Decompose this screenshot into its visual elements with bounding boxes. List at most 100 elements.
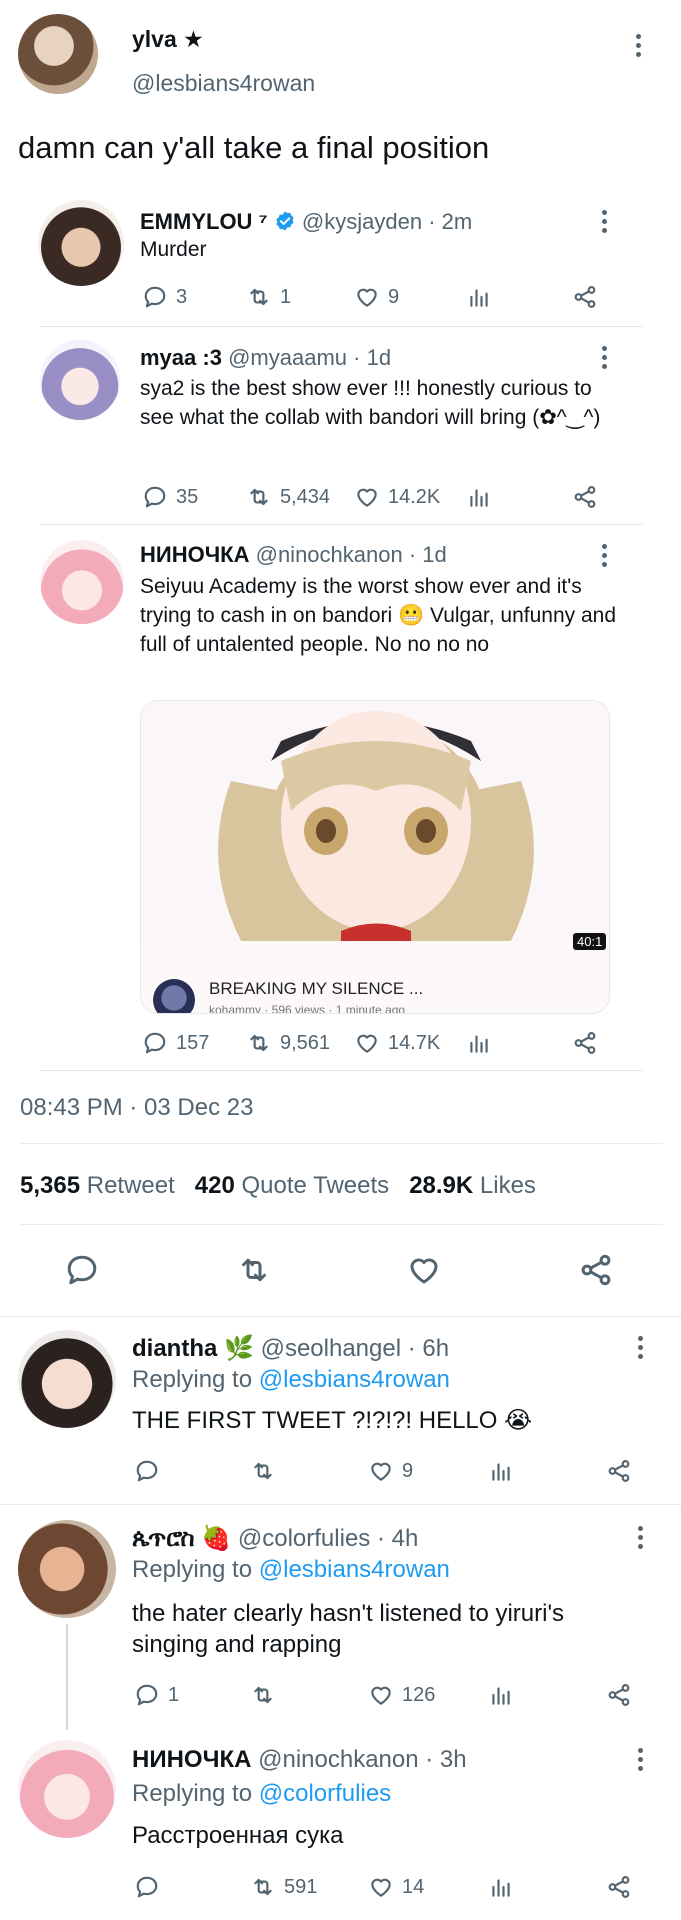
quoted-avatar-2[interactable] — [40, 340, 120, 420]
more-options-icon[interactable] — [600, 210, 608, 233]
reply-handle-2[interactable]: @colorfulies — [238, 1525, 370, 1552]
reply-button[interactable] — [134, 1458, 168, 1484]
retweet-button[interactable] — [250, 1682, 284, 1708]
reply-button[interactable]: 3 — [142, 284, 187, 310]
retweet-button[interactable]: 591 — [250, 1874, 317, 1900]
retweet-icon — [250, 1458, 276, 1484]
more-options-icon[interactable] — [634, 34, 642, 57]
tweet-stats: 5,365 Retweet 420 Quote Tweets 28.9K Lik… — [20, 1172, 536, 1200]
views-button[interactable] — [488, 1458, 514, 1484]
quoted-name-1[interactable]: EMMYLOU ⁷ — [140, 209, 268, 234]
reply-button[interactable]: 1 — [134, 1682, 179, 1708]
heart-icon[interactable] — [406, 1252, 442, 1288]
replying-to-link[interactable]: @lesbians4rowan — [259, 1556, 450, 1583]
author-name-text: ylva — [132, 26, 177, 52]
share-button[interactable] — [572, 484, 598, 510]
heart-icon — [354, 1030, 380, 1056]
reply-avatar-3[interactable] — [18, 1740, 116, 1838]
share-button[interactable] — [606, 1458, 632, 1484]
share-icon[interactable] — [578, 1252, 614, 1288]
quoted-avatar-3[interactable] — [40, 540, 124, 624]
replying-to-3: Replying to @colorfulies — [132, 1780, 391, 1808]
author-name[interactable]: ylva ★ — [132, 26, 204, 53]
star-icon: ★ — [183, 26, 204, 52]
reply-name-3[interactable]: НИНОЧКА — [132, 1746, 251, 1773]
divider — [40, 524, 643, 525]
stats-icon — [466, 484, 492, 510]
share-button[interactable] — [572, 1030, 598, 1056]
views-button[interactable] — [488, 1874, 514, 1900]
quotes-stat[interactable]: 420 Quote Tweets — [195, 1172, 389, 1199]
share-button[interactable] — [606, 1682, 632, 1708]
reply-button[interactable]: 157 — [142, 1030, 209, 1056]
like-button[interactable]: 14 — [368, 1874, 424, 1900]
reply-name-2[interactable]: ጴጥሮስ — [132, 1525, 195, 1552]
more-options-icon[interactable] — [636, 1526, 644, 1549]
replying-to-link[interactable]: @colorfulies — [259, 1780, 391, 1807]
like-button[interactable]: 126 — [368, 1682, 435, 1708]
reply-name-1[interactable]: diantha — [132, 1335, 217, 1362]
views-button[interactable] — [466, 484, 492, 510]
quoted-text-1: Murder — [140, 238, 207, 261]
like-button[interactable]: 9 — [354, 284, 399, 310]
reply-count: 3 — [176, 285, 188, 308]
likes-count: 28.9K — [409, 1172, 474, 1199]
reply-avatar-2[interactable] — [18, 1520, 116, 1618]
replying-to-1: Replying to @lesbians4rowan — [132, 1366, 450, 1394]
video-duration: 40:1 — [573, 933, 607, 950]
share-icon — [572, 284, 598, 310]
more-options-icon[interactable] — [636, 1748, 644, 1771]
more-options-icon[interactable] — [636, 1336, 644, 1359]
retweets-stat[interactable]: 5,365 Retweet — [20, 1172, 175, 1199]
reply-handle-3[interactable]: @ninochkanon — [258, 1746, 418, 1773]
more-options-icon[interactable] — [600, 544, 608, 567]
quoted-handle-2[interactable]: @myaaamu — [228, 345, 347, 370]
share-button[interactable] — [572, 284, 598, 310]
like-button[interactable]: 14.7K — [354, 1030, 440, 1056]
reply-handle-1[interactable]: @seolhangel — [261, 1335, 401, 1362]
retweet-icon — [250, 1874, 276, 1900]
like-button[interactable]: 9 — [368, 1458, 413, 1484]
tweet-text: damn can y'all take a final position — [18, 130, 490, 165]
reply-text-1: THE FIRST TWEET ?!?!?! HELLO 😭 — [132, 1407, 533, 1434]
reply-icon — [134, 1458, 160, 1484]
quoted-avatar-1[interactable] — [38, 200, 124, 286]
stats-icon — [488, 1682, 514, 1708]
divider — [40, 1070, 643, 1071]
replying-to-link[interactable]: @lesbians4rowan — [259, 1366, 450, 1393]
share-icon — [606, 1682, 632, 1708]
author-avatar[interactable] — [18, 14, 98, 94]
views-button[interactable] — [488, 1682, 514, 1708]
reply-icon[interactable] — [64, 1252, 100, 1288]
reply-text-3: Расстроенная сука — [132, 1822, 344, 1849]
video-card[interactable]: 40:1 BREAKING MY SILENCE ... kohammy · 5… — [140, 700, 610, 1014]
divider — [0, 1316, 681, 1317]
retweet-icon — [250, 1682, 276, 1708]
share-button[interactable] — [606, 1874, 632, 1900]
reply-button[interactable]: 35 — [142, 484, 198, 510]
more-options-icon[interactable] — [600, 346, 608, 369]
reply-icon — [134, 1682, 160, 1708]
divider — [20, 1224, 663, 1225]
quoted-handle-3[interactable]: @ninochkanon — [256, 542, 403, 567]
author-handle[interactable]: @lesbians4rowan — [132, 70, 315, 97]
retweet-button[interactable]: 9,561 — [246, 1030, 330, 1056]
quoted-name-3[interactable]: НИНОЧКА — [140, 542, 249, 567]
retweet-button[interactable]: 5,434 — [246, 484, 330, 510]
quoted-header-3: НИНОЧКА @ninochkanon · 1d — [140, 542, 447, 568]
retweet-button[interactable] — [250, 1458, 284, 1484]
retweet-button[interactable]: 1 — [246, 284, 291, 310]
reply-count: 1 — [168, 1683, 180, 1706]
like-button[interactable]: 14.2K — [354, 484, 440, 510]
like-count: 14 — [402, 1875, 425, 1898]
views-button[interactable] — [466, 284, 492, 310]
reply-button[interactable] — [134, 1874, 168, 1900]
quoted-name-2[interactable]: myaa :3 — [140, 345, 222, 370]
likes-stat[interactable]: 28.9K Likes — [409, 1172, 536, 1199]
likes-label: Likes — [479, 1172, 536, 1199]
reply-avatar-1[interactable] — [18, 1330, 116, 1428]
views-button[interactable] — [466, 1030, 492, 1056]
retweet-icon[interactable] — [236, 1252, 272, 1288]
quoted-handle-1[interactable]: @kysjayden — [302, 209, 422, 234]
like-count: 9 — [402, 1459, 414, 1482]
